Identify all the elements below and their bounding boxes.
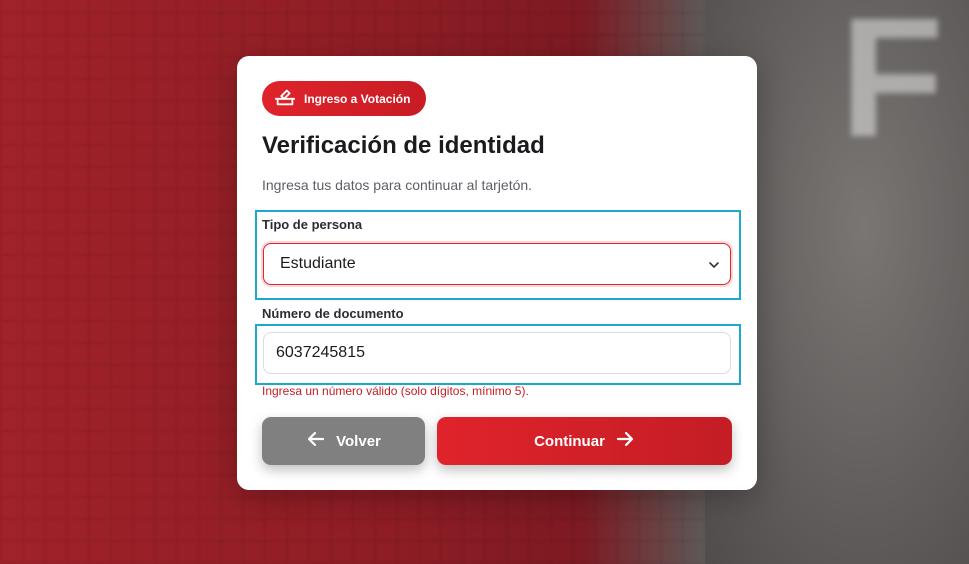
background-sign-letters: F [840,0,944,173]
document-error-message: Ingresa un número válido (solo dígitos, … [262,384,529,398]
chevron-down-icon [708,258,720,270]
continue-button[interactable]: Continuar [437,417,732,465]
continue-button-label: Continuar [534,432,605,450]
arrow-left-icon [306,429,326,453]
page-subtitle: Ingresa tus datos para continuar al tarj… [262,177,533,193]
person-type-value: Estudiante [280,255,356,272]
badge-label: Ingreso a Votación [304,91,411,106]
back-button-label: Volver [336,432,381,450]
ballot-box-icon [274,86,296,111]
document-number-input[interactable]: 6037245815 [263,332,731,374]
document-number-value: 6037245815 [276,344,365,361]
page-title: Verificación de identidad [262,132,545,159]
person-type-select[interactable]: Estudiante [263,243,731,285]
document-number-label: Número de documento [262,306,404,321]
back-button[interactable]: Volver [262,417,425,465]
arrow-right-icon [615,429,635,453]
voting-access-badge: Ingreso a Votación [262,81,427,116]
verification-card: Ingreso a Votación Verificación de ident… [237,56,757,490]
person-type-label: Tipo de persona [262,217,363,232]
